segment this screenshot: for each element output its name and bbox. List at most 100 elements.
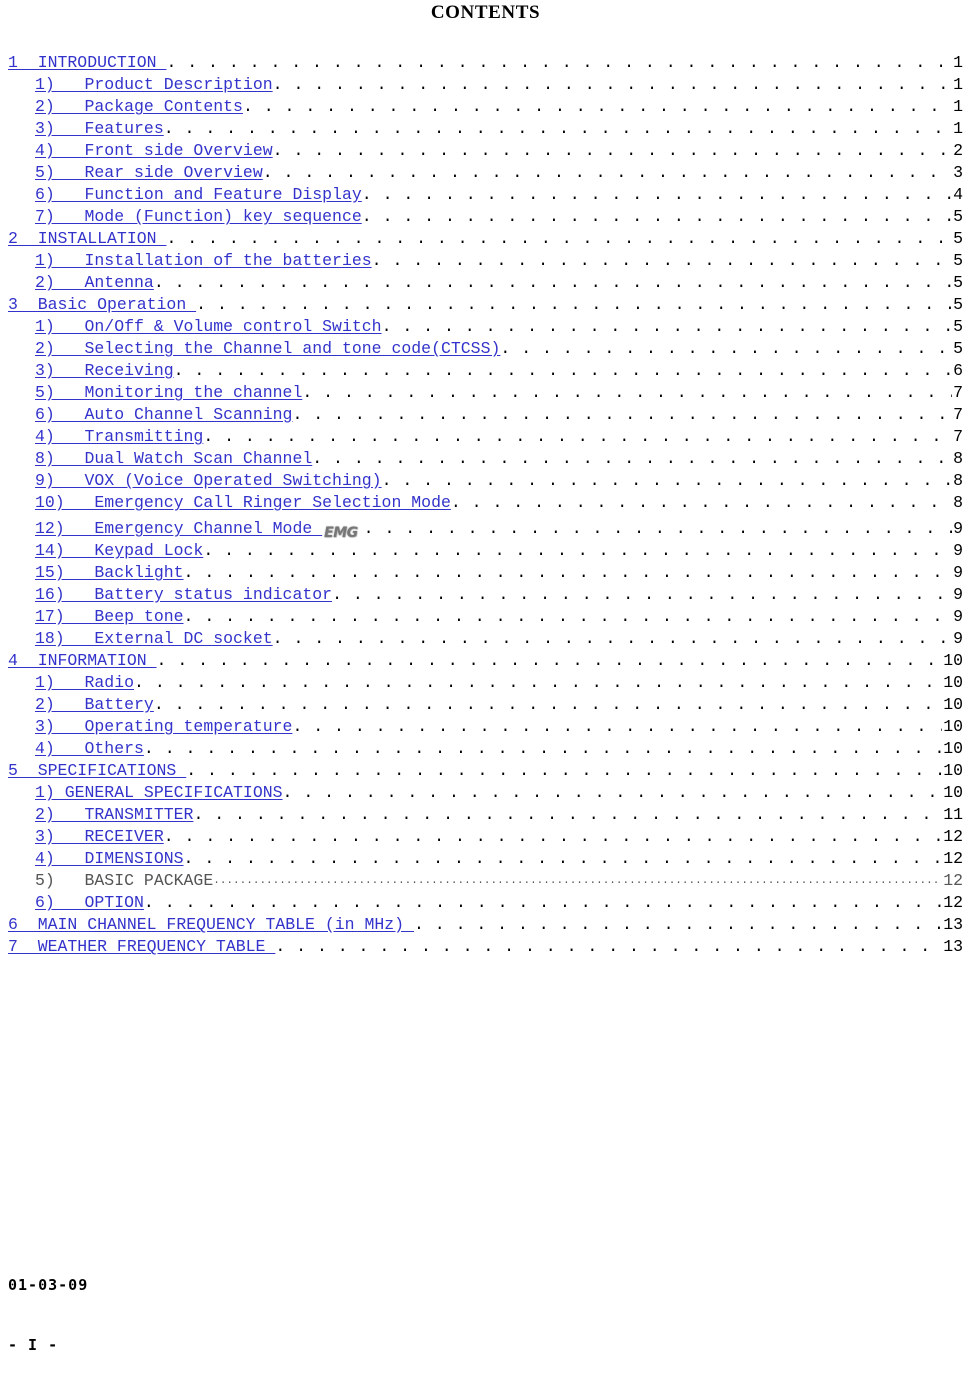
- toc-entry[interactable]: 9) VOX (Voice Operated Switching). . . .…: [0, 470, 971, 492]
- table-of-contents: 1 INTRODUCTION . . . . . . . . . . . . .…: [0, 52, 971, 958]
- toc-entry-label[interactable]: 9) VOX (Voice Operated Switching): [35, 470, 382, 492]
- toc-entry[interactable]: 3) RECEIVER. . . . . . . . . . . . . . .…: [0, 826, 971, 848]
- toc-entry-label[interactable]: 18) External DC socket: [35, 628, 273, 650]
- toc-entry-label[interactable]: 1) Installation of the batteries: [35, 250, 372, 272]
- toc-entry[interactable]: 5 SPECIFICATIONS . . . . . . . . . . . .…: [0, 760, 971, 782]
- toc-entry-label[interactable]: 3) Operating temperature: [35, 716, 292, 738]
- toc-entry-label[interactable]: 1 INTRODUCTION: [8, 52, 166, 74]
- toc-entry[interactable]: 4) Transmitting. . . . . . . . . . . . .…: [0, 426, 971, 448]
- toc-entry-label[interactable]: 4) Front side Overview: [35, 140, 273, 162]
- page-title: CONTENTS: [430, 2, 541, 23]
- toc-entry[interactable]: 1) Installation of the batteries. . . . …: [0, 250, 971, 272]
- toc-entry[interactable]: 7) Mode (Function) key sequence. . . . .…: [0, 206, 971, 228]
- dot-leader: . . . . . . . . . . . . . . . . . . . . …: [275, 937, 942, 956]
- toc-entry[interactable]: 3) Operating temperature. . . . . . . . …: [0, 716, 971, 738]
- dot-leader: . . . . . . . . . . . . . . . . . . . . …: [381, 471, 953, 490]
- toc-entry-label[interactable]: 3 Basic Operation: [8, 294, 196, 316]
- toc-entry[interactable]: 7 WEATHER FREQUENCY TABLE . . . . . . . …: [0, 936, 971, 958]
- toc-entry[interactable]: 5) Monitoring the channel. . . . . . . .…: [0, 382, 971, 404]
- dot-leader: . . . . . . . . . . . . . . . . . . . . …: [292, 405, 952, 424]
- toc-entry[interactable]: 3) Receiving. . . . . . . . . . . . . . …: [0, 360, 971, 382]
- toc-entry[interactable]: 2) Package Contents. . . . . . . . . . .…: [0, 96, 971, 118]
- toc-entry[interactable]: 1) On/Off & Volume control Switch. . . .…: [0, 316, 971, 338]
- toc-entry[interactable]: 4 INFORMATION . . . . . . . . . . . . . …: [0, 650, 971, 672]
- toc-page-number: 10: [943, 783, 963, 802]
- toc-entry-label[interactable]: 2) TRANSMITTER: [35, 804, 193, 826]
- toc-entry[interactable]: 6) Function and Feature Display. . . . .…: [0, 184, 971, 206]
- toc-entry-label[interactable]: 8) Dual Watch Scan Channel: [35, 448, 312, 470]
- toc-entry[interactable]: 4) DIMENSIONS. . . . . . . . . . . . . .…: [0, 848, 971, 870]
- toc-entry-label[interactable]: 4) DIMENSIONS: [35, 848, 184, 870]
- toc-entry[interactable]: 4) Others. . . . . . . . . . . . . . . .…: [0, 738, 971, 760]
- dot-leader: . . . . . . . . . . . . . . . . . . . . …: [166, 53, 952, 72]
- toc-entry-label[interactable]: 7 WEATHER FREQUENCY TABLE: [8, 936, 275, 958]
- toc-entry[interactable]: 2) Battery. . . . . . . . . . . . . . . …: [0, 694, 971, 716]
- toc-entry-label[interactable]: 12) Emergency Channel Mode: [35, 518, 322, 540]
- dot-leader: . . . . . . . . . . . . . . . . . . . . …: [153, 695, 942, 714]
- toc-entry-label[interactable]: 5 SPECIFICATIONS: [8, 760, 186, 782]
- dot-leader: . . . . . . . . . . . . . . . . . . . . …: [183, 607, 953, 626]
- toc-entry[interactable]: 6 MAIN CHANNEL FREQUENCY TABLE (in MHz) …: [0, 914, 971, 936]
- toc-entry[interactable]: 1) GENERAL SPECIFICATIONS. . . . . . . .…: [0, 782, 971, 804]
- toc-page-number: 2: [953, 141, 963, 160]
- toc-entry[interactable]: 6) Auto Channel Scanning. . . . . . . . …: [0, 404, 971, 426]
- dot-leader: . . . . . . . . . . . . . . . . . . . . …: [163, 827, 942, 846]
- toc-page-number: 4: [953, 185, 963, 204]
- toc-entry[interactable]: 16) Battery status indicator. . . . . . …: [0, 584, 971, 606]
- toc-entry[interactable]: 6) OPTION. . . . . . . . . . . . . . . .…: [0, 892, 971, 914]
- toc-entry[interactable]: 3) Features. . . . . . . . . . . . . . .…: [0, 118, 971, 140]
- toc-entry-label[interactable]: 4 INFORMATION: [8, 650, 157, 672]
- toc-entry[interactable]: 10) Emergency Call Ringer Selection Mode…: [0, 492, 971, 514]
- toc-entry-label[interactable]: 3) RECEIVER: [35, 826, 164, 848]
- toc-entry[interactable]: 8) Dual Watch Scan Channel. . . . . . . …: [0, 448, 971, 470]
- toc-page-number: 9: [953, 585, 963, 604]
- dot-leader: . . . . . . . . . . . . . . . . . . . . …: [262, 163, 952, 182]
- toc-entry-label[interactable]: 3) Features: [35, 118, 164, 140]
- dot-leader: . . . . . . . . . . . . . . . . . . . . …: [186, 761, 942, 780]
- toc-entry-label[interactable]: 7) Mode (Function) key sequence: [35, 206, 362, 228]
- toc-entry[interactable]: 1 INTRODUCTION . . . . . . . . . . . . .…: [0, 52, 971, 74]
- toc-entry-label[interactable]: 2) Package Contents: [35, 96, 243, 118]
- toc-entry[interactable]: 18) External DC socket. . . . . . . . . …: [0, 628, 971, 650]
- dot-leader: . . . . . . . . . . . . . . . . . . . . …: [272, 75, 952, 94]
- toc-entry-label[interactable]: 16) Battery status indicator: [35, 584, 332, 606]
- toc-entry-label[interactable]: 2 INSTALLATION: [8, 228, 166, 250]
- dot-leader: . . . . . . . . . . . . . . . . . . . . …: [371, 251, 952, 270]
- toc-entry-label[interactable]: 1) Radio: [35, 672, 134, 694]
- toc-entry[interactable]: 14) Keypad Lock. . . . . . . . . . . . .…: [0, 540, 971, 562]
- toc-entry-label[interactable]: 1) Product Description: [35, 74, 273, 96]
- toc-entry[interactable]: 4) Front side Overview. . . . . . . . . …: [0, 140, 971, 162]
- toc-entry[interactable]: 3 Basic Operation . . . . . . . . . . . …: [0, 294, 971, 316]
- toc-entry-label[interactable]: 5) Rear side Overview: [35, 162, 263, 184]
- toc-entry[interactable]: 15) Backlight. . . . . . . . . . . . . .…: [0, 562, 971, 584]
- toc-entry-label[interactable]: 2) Battery: [35, 694, 154, 716]
- toc-entry-label[interactable]: 4) Transmitting: [35, 426, 203, 448]
- toc-entry[interactable]: 5) Rear side Overview. . . . . . . . . .…: [0, 162, 971, 184]
- dot-leader: . . . . . . . . . . . . . . . . . . . . …: [196, 295, 952, 314]
- toc-entry-label[interactable]: 10) Emergency Call Ringer Selection Mode: [35, 492, 451, 514]
- toc-entry-label[interactable]: 1) GENERAL SPECIFICATIONS: [35, 782, 283, 804]
- toc-entry-label[interactable]: 14) Keypad Lock: [35, 540, 203, 562]
- toc-entry-label[interactable]: 1) On/Off & Volume control Switch: [35, 316, 382, 338]
- toc-entry-label[interactable]: 17) Beep tone: [35, 606, 184, 628]
- toc-entry-label[interactable]: 5) Monitoring the channel: [35, 382, 302, 404]
- toc-entry-label[interactable]: 6) Function and Feature Display: [35, 184, 362, 206]
- toc-entry[interactable]: 2) TRANSMITTER. . . . . . . . . . . . . …: [0, 804, 971, 826]
- toc-entry[interactable]: 1) Product Description. . . . . . . . . …: [0, 74, 971, 96]
- toc-entry[interactable]: 2 INSTALLATION . . . . . . . . . . . . .…: [0, 228, 971, 250]
- toc-entry-label[interactable]: 15) Backlight: [35, 562, 184, 584]
- toc-entry[interactable]: 12) Emergency Channel Mode EMG . . . . . …: [0, 514, 971, 540]
- toc-entry-label[interactable]: 6) OPTION: [35, 892, 144, 914]
- dot-leader: . . . . . . . . . . . . . . . . . . . . …: [193, 805, 942, 824]
- toc-entry-label[interactable]: 6) Auto Channel Scanning: [35, 404, 292, 426]
- toc-entry[interactable]: 2) Selecting the Channel and tone code(C…: [0, 338, 971, 360]
- toc-page-number: 12: [943, 849, 963, 868]
- toc-entry-label[interactable]: 3) Receiving: [35, 360, 174, 382]
- toc-entry-label[interactable]: 2) Selecting the Channel and tone code(C…: [35, 338, 500, 360]
- toc-entry[interactable]: 2) Antenna. . . . . . . . . . . . . . . …: [0, 272, 971, 294]
- toc-entry-label[interactable]: 2) Antenna: [35, 272, 154, 294]
- toc-entry[interactable]: 1) Radio. . . . . . . . . . . . . . . . …: [0, 672, 971, 694]
- toc-entry[interactable]: 17) Beep tone. . . . . . . . . . . . . .…: [0, 606, 971, 628]
- toc-entry-label[interactable]: 4) Others: [35, 738, 144, 760]
- toc-entry-label[interactable]: 6 MAIN CHANNEL FREQUENCY TABLE (in MHz): [8, 914, 414, 936]
